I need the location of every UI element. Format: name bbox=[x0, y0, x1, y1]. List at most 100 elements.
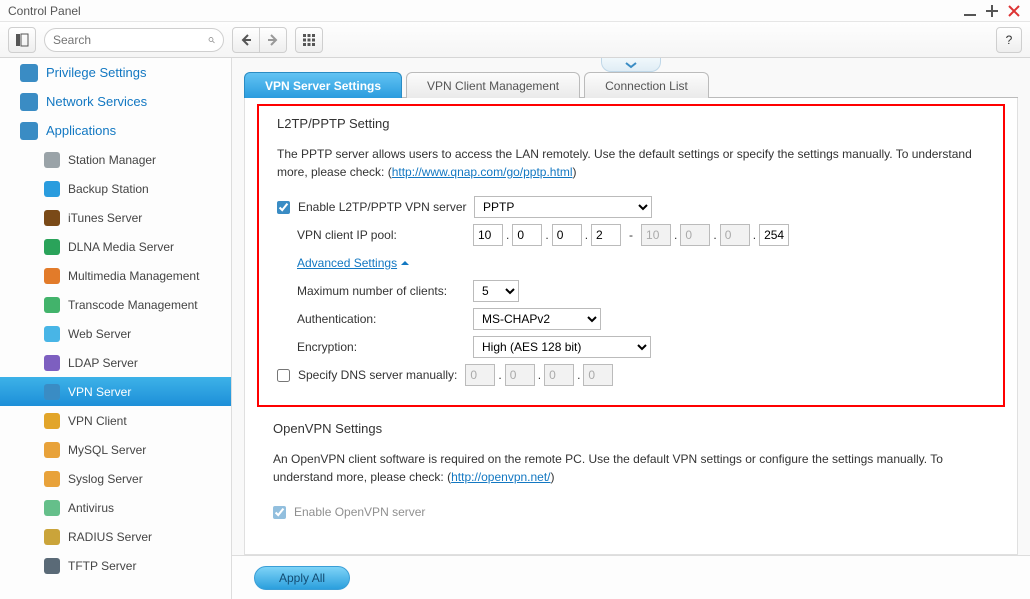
sidebar: Privilege Settings Network Services Applic… bbox=[0, 58, 232, 599]
settings-scroll[interactable]: L2TP/PPTP Setting The PPTP server allows… bbox=[244, 98, 1018, 555]
max-clients-select[interactable]: 5 bbox=[473, 280, 519, 302]
app-icon bbox=[44, 442, 60, 458]
pool-start-c[interactable] bbox=[552, 224, 582, 246]
pool-end-b bbox=[680, 224, 710, 246]
app-icon bbox=[44, 210, 60, 226]
sidebar-section-2[interactable]: Applications bbox=[0, 116, 231, 145]
app-icon bbox=[44, 384, 60, 400]
sidebar-section-0[interactable]: Privilege Settings bbox=[0, 58, 231, 87]
protocol-select[interactable]: PPTP bbox=[474, 196, 652, 218]
pool-start-a[interactable] bbox=[473, 224, 503, 246]
openvpn-title: OpenVPN Settings bbox=[273, 421, 989, 436]
tab-2[interactable]: Connection List bbox=[584, 72, 709, 98]
sidebar-item-label: Backup Station bbox=[68, 182, 149, 196]
auth-select[interactable]: MS-CHAPv2 bbox=[473, 308, 601, 330]
sidebar-item-label: VPN Server bbox=[68, 385, 131, 399]
sidebar-item-web-server[interactable]: Web Server bbox=[0, 319, 231, 348]
dns-manual-checkbox[interactable] bbox=[277, 369, 290, 382]
sidebar-item-tftp-server[interactable]: TFTP Server bbox=[0, 551, 231, 580]
sidebar-item-label: Syslog Server bbox=[68, 472, 143, 486]
sidebar-item-syslog-server[interactable]: Syslog Server bbox=[0, 464, 231, 493]
search-box[interactable] bbox=[44, 28, 224, 52]
sidebar-item-radius-server[interactable]: RADIUS Server bbox=[0, 522, 231, 551]
openvpn-description: An OpenVPN client software is required o… bbox=[273, 450, 989, 486]
dns-b bbox=[505, 364, 535, 386]
help-button[interactable]: ? bbox=[996, 27, 1022, 53]
sidebar-item-mysql-server[interactable]: MySQL Server bbox=[0, 435, 231, 464]
sidebar-item-label: Transcode Management bbox=[68, 298, 198, 312]
app-icon bbox=[44, 355, 60, 371]
app-icon bbox=[44, 239, 60, 255]
back-button[interactable] bbox=[232, 27, 260, 53]
forward-button[interactable] bbox=[260, 27, 287, 53]
sidebar-item-vpn-client[interactable]: VPN Client bbox=[0, 406, 231, 435]
section-icon bbox=[20, 122, 38, 140]
app-icon bbox=[44, 181, 60, 197]
search-input[interactable] bbox=[53, 33, 208, 47]
sidebar-item-itunes-server[interactable]: iTunes Server bbox=[0, 203, 231, 232]
content-pane: VPN Server SettingsVPN Client Management… bbox=[232, 58, 1030, 599]
apps-grid-button[interactable] bbox=[295, 27, 323, 53]
maximize-icon[interactable] bbox=[984, 3, 1000, 19]
pool-end-d[interactable] bbox=[759, 224, 789, 246]
ip-pool-label: VPN client IP pool: bbox=[297, 228, 473, 242]
sidebar-section-1[interactable]: Network Services bbox=[0, 87, 231, 116]
app-icon bbox=[44, 326, 60, 342]
encryption-select[interactable]: High (AES 128 bit) bbox=[473, 336, 651, 358]
apply-all-button[interactable]: Apply All bbox=[254, 566, 350, 590]
sidebar-item-label: MySQL Server bbox=[68, 443, 146, 457]
app-icon bbox=[44, 268, 60, 284]
section-icon bbox=[20, 93, 38, 111]
advanced-settings-link[interactable]: Advanced Settings bbox=[297, 256, 410, 270]
app-icon bbox=[44, 152, 60, 168]
app-icon bbox=[44, 413, 60, 429]
collapse-tab[interactable] bbox=[601, 58, 661, 72]
window-title: Control Panel bbox=[8, 4, 81, 18]
sidebar-section-label: Privilege Settings bbox=[46, 65, 146, 80]
sidebar-item-multimedia-management[interactable]: Multimedia Management bbox=[0, 261, 231, 290]
enable-l2tp-checkbox[interactable] bbox=[277, 201, 290, 214]
sidebar-item-label: VPN Client bbox=[68, 414, 127, 428]
chevron-up-icon bbox=[400, 258, 410, 268]
openvpn-help-link[interactable]: http://openvpn.net/ bbox=[451, 470, 550, 484]
pool-end-c bbox=[720, 224, 750, 246]
dns-a bbox=[465, 364, 495, 386]
tab-0[interactable]: VPN Server Settings bbox=[244, 72, 402, 98]
arrow-right-icon bbox=[266, 33, 280, 47]
sidebar-item-backup-station[interactable]: Backup Station bbox=[0, 174, 231, 203]
max-clients-label: Maximum number of clients: bbox=[297, 284, 473, 298]
sidebar-item-label: LDAP Server bbox=[68, 356, 138, 370]
sidebar-item-vpn-server[interactable]: VPN Server bbox=[0, 377, 231, 406]
dns-c bbox=[544, 364, 574, 386]
openvpn-section: OpenVPN Settings An OpenVPN client softw… bbox=[273, 421, 989, 524]
minimize-icon[interactable] bbox=[962, 3, 978, 19]
pool-start-b[interactable] bbox=[512, 224, 542, 246]
sidebar-item-label: TFTP Server bbox=[68, 559, 136, 573]
enable-l2tp-label: Enable L2TP/PPTP VPN server bbox=[298, 200, 474, 214]
sidebar-item-label: iTunes Server bbox=[68, 211, 142, 225]
sidebar-item-label: Web Server bbox=[68, 327, 131, 341]
sidebar-item-label: Antivirus bbox=[68, 501, 114, 515]
sidebar-item-label: DLNA Media Server bbox=[68, 240, 174, 254]
pool-start-d[interactable] bbox=[591, 224, 621, 246]
close-icon[interactable] bbox=[1006, 3, 1022, 19]
sidebar-item-transcode-management[interactable]: Transcode Management bbox=[0, 290, 231, 319]
grid-icon bbox=[302, 33, 316, 47]
enable-openvpn-checkbox[interactable] bbox=[273, 506, 286, 519]
tab-1[interactable]: VPN Client Management bbox=[406, 72, 580, 98]
sidebar-item-ldap-server[interactable]: LDAP Server bbox=[0, 348, 231, 377]
tabbar: VPN Server SettingsVPN Client Management… bbox=[244, 72, 1018, 98]
sidebar-toggle-button[interactable] bbox=[8, 27, 36, 53]
section-icon bbox=[20, 64, 38, 82]
app-icon bbox=[44, 471, 60, 487]
sidebar-item-antivirus[interactable]: Antivirus bbox=[0, 493, 231, 522]
sidebar-item-station-manager[interactable]: Station Manager bbox=[0, 145, 231, 174]
sidebar-section-label: Applications bbox=[46, 123, 116, 138]
app-icon bbox=[44, 558, 60, 574]
enc-label: Encryption: bbox=[297, 340, 473, 354]
dns-manual-label: Specify DNS server manually: bbox=[298, 368, 457, 382]
sidebar-item-dlna-media-server[interactable]: DLNA Media Server bbox=[0, 232, 231, 261]
pptp-help-link[interactable]: http://www.qnap.com/go/pptp.html bbox=[392, 165, 573, 179]
auth-label: Authentication: bbox=[297, 312, 473, 326]
arrow-left-icon bbox=[239, 33, 253, 47]
